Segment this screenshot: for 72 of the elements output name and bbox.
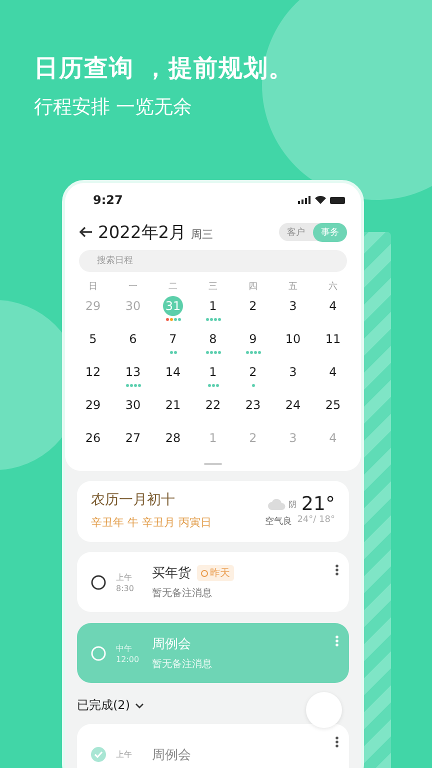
- calendar-day[interactable]: 2: [243, 296, 263, 316]
- calendar-day[interactable]: 7: [163, 329, 183, 349]
- calendar-day[interactable]: 13: [123, 362, 143, 382]
- calendar-day[interactable]: 8: [203, 329, 223, 349]
- status-time: 9:27: [93, 193, 123, 207]
- task-card[interactable]: 上午 周例会: [77, 724, 349, 768]
- calendar-day[interactable]: 6: [123, 329, 143, 349]
- air-quality: 空气良: [265, 516, 292, 528]
- calendar-day[interactable]: 29: [83, 395, 103, 415]
- weekday-header: 五: [288, 281, 298, 294]
- calendar-day[interactable]: 4: [323, 296, 343, 316]
- task-note: 暂无备注消息: [152, 586, 213, 600]
- wifi-icon: [315, 196, 326, 204]
- calendar-day[interactable]: 22: [203, 395, 223, 415]
- weather-condition: 阴: [288, 498, 296, 510]
- chevron-down-icon[interactable]: [135, 702, 144, 708]
- task-time: 12:00: [116, 654, 140, 664]
- checked-circle-icon[interactable]: [91, 746, 106, 762]
- headline: 日历查询 ，提前规划。: [34, 53, 294, 84]
- temperature: 21°: [301, 493, 335, 515]
- calendar-day[interactable]: 10: [283, 329, 303, 349]
- month-title: 2022年2月: [98, 222, 186, 244]
- calendar-day[interactable]: 2: [243, 362, 263, 382]
- task-time: 8:30: [116, 584, 135, 592]
- task-title: 周例会: [152, 748, 191, 763]
- task-title: 周例会: [152, 636, 191, 653]
- calendar-day[interactable]: 3: [283, 296, 303, 316]
- back-arrow-icon[interactable]: [79, 226, 93, 238]
- time-period: 上午: [116, 748, 133, 760]
- calendar-day[interactable]: 27: [123, 428, 143, 448]
- task-card[interactable]: 上午 8:30 买年货 昨天 暂无备注消息: [77, 552, 349, 612]
- calendar-day[interactable]: 3: [283, 362, 303, 382]
- calendar-day[interactable]: 30: [123, 395, 143, 415]
- battery-icon: [330, 196, 345, 204]
- drag-handle[interactable]: [204, 463, 222, 465]
- calendar-day[interactable]: 11: [323, 329, 343, 349]
- task-note: 暂无备注消息: [152, 658, 213, 671]
- cloud-icon: [268, 498, 286, 510]
- calendar-day[interactable]: 1: [203, 362, 223, 382]
- calendar-day[interactable]: 28: [163, 428, 183, 448]
- calendar-day[interactable]: 5: [83, 329, 103, 349]
- weekday-header: 四: [248, 281, 258, 294]
- calendar-day[interactable]: 4: [323, 362, 343, 382]
- more-icon[interactable]: [335, 564, 339, 576]
- calendar-day[interactable]: 24: [283, 395, 303, 415]
- weekday-header: 一: [128, 281, 138, 294]
- weekday-header: 二: [168, 281, 178, 294]
- checkbox-circle[interactable]: [91, 574, 106, 590]
- calendar-day[interactable]: 21: [163, 395, 183, 415]
- time-period: 上午: [116, 572, 133, 582]
- calendar-day[interactable]: 25: [323, 395, 343, 415]
- subheadline: 行程安排 一览无余: [34, 95, 194, 120]
- completed-label[interactable]: 已完成(2): [77, 697, 130, 714]
- weekday-header: 日: [88, 281, 98, 294]
- signal-icon: [298, 196, 311, 204]
- calendar-day[interactable]: 12: [83, 362, 103, 382]
- weekday-label: 周三: [191, 227, 214, 242]
- calendar-day[interactable]: 1: [203, 296, 223, 316]
- calendar-day[interactable]: 14: [163, 362, 183, 382]
- task-title: 买年货: [152, 565, 191, 582]
- calendar-day[interactable]: 26: [83, 428, 103, 448]
- calendar-day[interactable]: 9: [243, 329, 263, 349]
- more-icon[interactable]: [335, 736, 339, 748]
- lunar-date: 农历一月初十: [91, 491, 176, 509]
- calendar-day[interactable]: 23: [243, 395, 263, 415]
- search-field[interactable]: 搜索日程: [79, 250, 347, 272]
- weekday-header: 六: [328, 280, 338, 294]
- weekday-header: 三: [208, 281, 218, 294]
- overdue-tag: 昨天: [197, 565, 234, 581]
- temperature-range: 24°/ 18°: [297, 515, 335, 527]
- time-period: 中午: [116, 642, 133, 654]
- ganzhi-text: 辛丑年 牛 辛丑月 丙寅日: [91, 515, 212, 530]
